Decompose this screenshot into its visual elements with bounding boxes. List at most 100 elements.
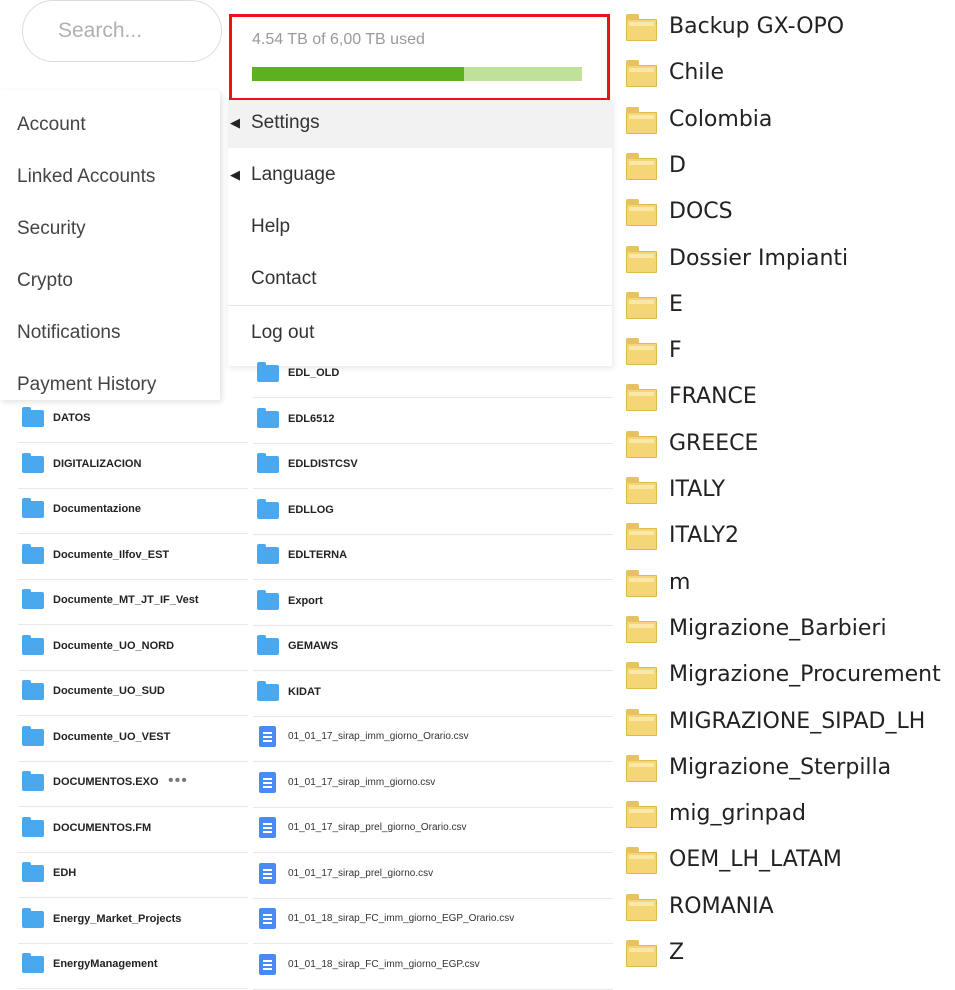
folder-icon [22, 680, 44, 700]
folder-icon [22, 725, 44, 746]
folder-icon [626, 940, 657, 967]
explorer-folder-name: GREECE [669, 430, 759, 456]
folder-row[interactable]: DOCUMENTOS.EXO ••• [18, 762, 248, 807]
storage-usage-panel: 4.54 TB of 6,00 TB used [229, 14, 610, 101]
document-icon [259, 726, 276, 747]
folder-row[interactable]: DOCUMENTOS.FM [18, 808, 248, 853]
folder-row[interactable]: Export [253, 581, 613, 626]
folder-icon [257, 589, 279, 610]
folder-name: EDL6512 [288, 412, 335, 425]
document-icon [259, 771, 276, 793]
folder-icon [257, 498, 279, 519]
folder-icon [626, 615, 657, 643]
folder-icon [626, 430, 657, 458]
folder-icon [626, 152, 657, 180]
folder-icon [626, 847, 657, 875]
folder-icon [626, 384, 657, 412]
menu-item-language[interactable]: ◀ Language [228, 152, 612, 200]
document-icon [259, 908, 276, 929]
folder-row[interactable]: Documente_MT_JT_IF_Vest [18, 580, 248, 625]
folder-row[interactable]: KIDAT [253, 672, 613, 717]
menu-divider [228, 305, 612, 306]
folder-name: EDH [53, 867, 77, 879]
file-row[interactable]: 01_01_18_sirap_FC_imm_giorno_EGP_Orario.… [253, 899, 613, 944]
folder-row[interactable]: EDL_OLD [253, 353, 613, 398]
folder-icon [257, 453, 279, 473]
menu-item-payment-history[interactable]: Payment History [17, 374, 156, 396]
explorer-folder-name: D [669, 152, 686, 178]
folder-icon [626, 106, 657, 134]
menu-item-settings[interactable]: ◀ Settings [228, 100, 612, 148]
settings-menu: ◀ Settings ◀ Language Help Contact Log o… [228, 100, 612, 366]
folder-name: Export [288, 594, 323, 607]
folder-icon [626, 60, 657, 88]
menu-item-label: Help [251, 216, 291, 237]
folder-icon [626, 14, 657, 41]
file-name: 01_01_17_sirap_imm_giorno.csv [288, 776, 436, 788]
menu-item-linked-accounts[interactable]: Linked Accounts [17, 166, 155, 188]
folder-icon [22, 452, 44, 473]
folder-name: DOCUMENTOS.EXO [53, 776, 159, 788]
menu-item-security[interactable]: Security [17, 218, 86, 240]
menu-item-crypto[interactable]: Crypto [17, 270, 73, 292]
folder-row[interactable]: Documente_Ilfov_EST [18, 535, 248, 580]
folder-icon [626, 338, 657, 366]
more-options-button[interactable]: ••• [168, 772, 188, 790]
folder-row[interactable]: EnergyManagement [18, 944, 248, 989]
explorer-folder-name: ITALY [669, 477, 726, 502]
folder-row[interactable]: GEMAWS [253, 626, 613, 671]
search-box[interactable] [22, 0, 222, 62]
file-row[interactable]: 01_01_17_sirap_imm_giorno_Orario.csv [253, 717, 613, 762]
folder-name: EDLLOG [288, 503, 334, 516]
file-row[interactable]: 01_01_17_sirap_imm_giorno.csv [253, 763, 613, 808]
folder-icon [626, 245, 657, 273]
explorer-folder-name: Chile [669, 60, 725, 86]
menu-item-contact[interactable]: Contact [228, 256, 612, 304]
menu-item-account[interactable]: Account [17, 114, 86, 136]
folder-icon [22, 589, 44, 609]
folder-row[interactable]: EDLTERNA [253, 535, 613, 580]
menu-item-notifications[interactable]: Notifications [17, 322, 121, 344]
file-name: 01_01_18_sirap_FC_imm_giorno_EGP.csv [288, 958, 480, 970]
folder-name: EnergyManagement [53, 958, 158, 970]
folder-row[interactable]: EDLLOG [253, 490, 613, 535]
folder-icon [257, 362, 279, 382]
file-name: 01_01_18_sirap_FC_imm_giorno_EGP_Orario.… [288, 913, 515, 924]
folder-icon [22, 816, 44, 837]
folder-row[interactable]: DATOS [18, 398, 248, 443]
account-menu: Account Linked Accounts Security Crypto … [0, 90, 220, 400]
folder-row[interactable]: EDH [18, 853, 248, 898]
folder-name: KIDAT [288, 685, 321, 698]
file-row[interactable]: 01_01_18_sirap_FC_imm_giorno_EGP.csv [253, 945, 613, 990]
folder-row[interactable]: Documente_UO_NORD [18, 626, 248, 671]
file-row[interactable]: 01_01_17_sirap_prel_giorno.csv [253, 854, 613, 899]
explorer-folder-name: E [669, 291, 683, 317]
folder-name: DIGITALIZACION [53, 457, 142, 470]
file-row[interactable]: 01_01_17_sirap_prel_giorno_Orario.csv [253, 808, 613, 853]
folder-row[interactable]: Documente_UO_VEST [18, 717, 248, 762]
folder-icon [257, 544, 279, 564]
folder-name: Documentazione [53, 503, 142, 515]
folder-row[interactable]: Energy_Market_Projects [18, 899, 248, 944]
file-name: 01_01_17_sirap_prel_giorno.csv [288, 867, 434, 879]
menu-item-help[interactable]: Help [228, 204, 612, 252]
folder-row[interactable]: EDLDISTCSV [253, 444, 613, 489]
menu-item-log-out[interactable]: Log out [228, 310, 612, 358]
folder-icon [22, 498, 44, 518]
folder-row[interactable]: Documente_UO_SUD [18, 671, 248, 716]
folder-name: Energy_Market_Projects [53, 912, 182, 925]
folder-name: Documente_UO_VEST [53, 730, 171, 743]
folder-row[interactable]: EDL6512 [253, 399, 613, 444]
file-name: 01_01_17_sirap_prel_giorno_Orario.csv [288, 822, 467, 833]
explorer-folder-name: F [669, 338, 682, 364]
folder-icon [626, 708, 657, 736]
folder-row[interactable]: Documentazione [18, 489, 248, 534]
explorer-folder-name: Migrazione_Sterpilla [669, 754, 892, 780]
folder-icon [22, 907, 44, 928]
explorer-folder-name: ITALY2 [669, 523, 740, 549]
folder-row[interactable]: DIGITALIZACION [18, 444, 248, 489]
folder-icon [626, 569, 657, 597]
search-input[interactable] [56, 18, 210, 44]
folder-name: EDLDISTCSV [288, 458, 358, 470]
folder-icon [257, 635, 279, 655]
